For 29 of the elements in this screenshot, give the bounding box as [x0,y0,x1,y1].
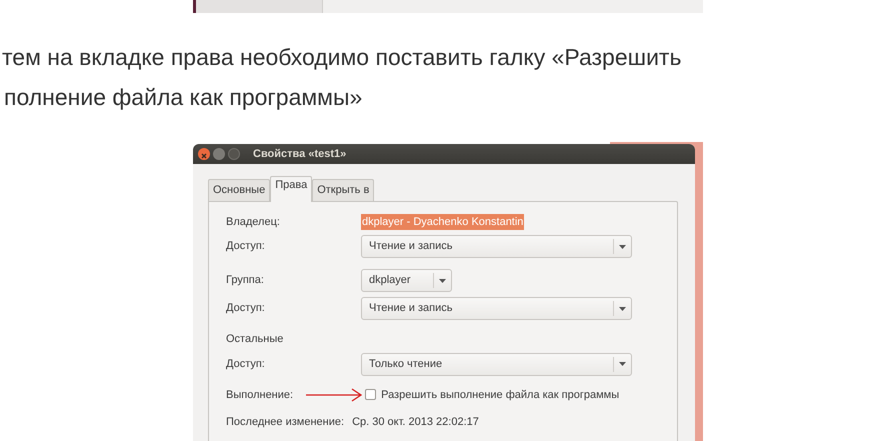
checkbox-label: Разрешить выполнение файла как программы [381,388,620,402]
field-label: Доступ: [226,301,266,316]
paragraph-line: тем на вкладке права необходимо поставить галку «Разрешить [1,43,682,72]
field-label: Доступ: [226,356,266,372]
tab[interactable]: Основные [208,179,270,200]
window-title: Свойства «test1» [253,146,346,162]
field-label: Доступ: [226,239,266,254]
field-label: Выполнение: [226,388,294,402]
checkbox[interactable] [365,389,376,400]
field-label: Группа: [226,273,265,288]
maximize-button[interactable] [228,148,240,160]
minimize-button[interactable] [213,148,225,160]
section-heading: Остальные [226,332,284,347]
field-value: Ср. 30 окт. 2013 22:02:17 [352,415,479,430]
caret-icon [619,244,626,248]
close-button[interactable] [198,148,210,160]
dropdown[interactable]: Чтение и запись [361,235,632,258]
dropdown[interactable]: Только чтение [361,352,632,376]
tab[interactable]: Права [270,176,312,202]
tab[interactable]: Открыть в [312,179,374,200]
selected-text: dkplayer - Dyachenko Konstantin [361,214,524,230]
dropdown[interactable]: dkplayer [361,269,452,292]
caret-icon [439,278,446,282]
field-label: Владелец: [226,214,281,230]
caret-icon [619,306,626,310]
dropdown[interactable]: Чтение и запись [361,297,632,320]
paragraph-line: полнение файла как программы» [3,83,364,112]
caret-icon [619,362,626,366]
field-label: Последнее изменение: [226,415,344,430]
